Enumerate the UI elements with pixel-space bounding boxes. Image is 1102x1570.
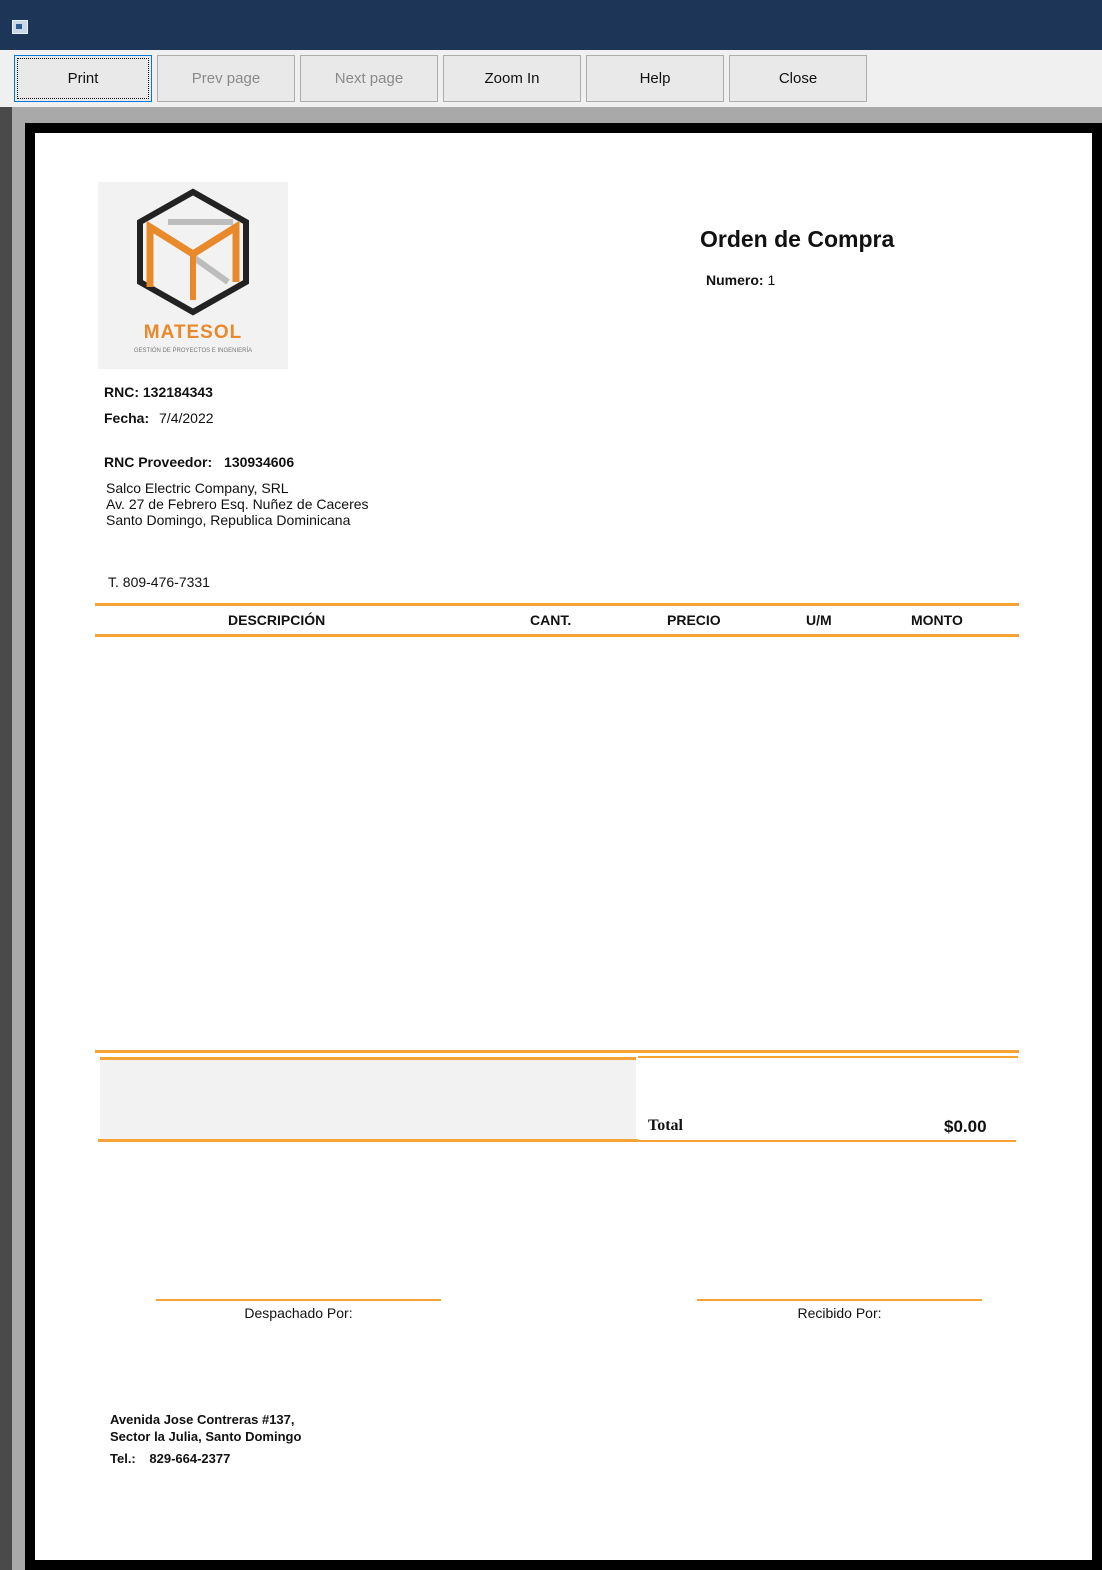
col-precio: PRECIO bbox=[667, 612, 721, 628]
footer-street: Avenida Jose Contreras #137, bbox=[110, 1412, 295, 1427]
supplier-street: Av. 27 de Febrero Esq. Nuñez de Caceres bbox=[106, 496, 369, 512]
footer-tel-label: Tel.: bbox=[110, 1451, 136, 1466]
print-button[interactable]: Print bbox=[14, 55, 152, 102]
order-number-value: 1 bbox=[767, 272, 776, 288]
zoom-in-button[interactable]: Zoom In bbox=[443, 55, 581, 102]
rnc-proveedor-value: 130934606 bbox=[224, 454, 295, 470]
fecha-value: 7/4/2022 bbox=[159, 410, 214, 426]
preview-left-margin bbox=[0, 107, 12, 1570]
fecha-line: Fecha: 7/4/2022 bbox=[104, 410, 214, 426]
footer-tel-value: 829-664-2377 bbox=[149, 1451, 231, 1466]
notes-box bbox=[100, 1057, 636, 1139]
header-bottom-rule bbox=[95, 634, 1019, 637]
help-button-label: Help bbox=[639, 70, 671, 87]
prev-page-button-label: Prev page bbox=[191, 70, 261, 87]
help-button[interactable]: Help bbox=[586, 55, 724, 102]
rnc-proveedor-line: RNC Proveedor: 130934606 bbox=[104, 454, 294, 470]
total-underline bbox=[638, 1140, 1016, 1142]
order-number: Numero: 1 bbox=[706, 272, 775, 288]
col-monto: MONTO bbox=[911, 612, 963, 628]
app-icon bbox=[12, 20, 28, 34]
despachado-signature-line bbox=[156, 1299, 441, 1301]
despachado-label: Despachado Por: bbox=[244, 1305, 353, 1321]
supplier-city: Santo Domingo, Republica Dominicana bbox=[106, 512, 351, 528]
recibido-signature-line bbox=[697, 1299, 982, 1301]
supplier-address: Salco Electric Company, SRL Av. 27 de Fe… bbox=[106, 480, 369, 528]
col-descripcion: DESCRIPCIÓN bbox=[228, 612, 326, 628]
recibido-label: Recibido Por: bbox=[797, 1305, 882, 1321]
total-label: Total bbox=[648, 1117, 683, 1134]
totals-right-rule bbox=[638, 1056, 1018, 1058]
title-bar bbox=[0, 0, 1102, 50]
rnc-proveedor-label: RNC Proveedor: bbox=[104, 454, 213, 470]
supplier-name: Salco Electric Company, SRL bbox=[106, 480, 289, 496]
footer-phone: Tel.: 829-664-2377 bbox=[110, 1451, 230, 1466]
col-cant: CANT. bbox=[530, 612, 572, 628]
next-page-button[interactable]: Next page bbox=[300, 55, 438, 102]
logo-tagline: GESTIÓN DE PROYECTOS E INGENIERÍA bbox=[133, 348, 253, 354]
toolbar: Print Prev page Next page Zoom In Help C… bbox=[0, 50, 1102, 107]
logo-brand-name: MATESOL bbox=[143, 322, 243, 343]
next-page-button-label: Next page bbox=[334, 70, 404, 87]
zoom-in-button-label: Zoom In bbox=[484, 70, 540, 87]
footer-address: Avenida Jose Contreras #137, Sector la J… bbox=[110, 1411, 301, 1445]
supplier-phone: T. 809-476-7331 bbox=[108, 574, 210, 590]
close-button[interactable]: Close bbox=[729, 55, 867, 102]
rnc-value: 132184343 bbox=[142, 384, 213, 400]
header-top-rule bbox=[95, 603, 1019, 606]
fecha-label: Fecha: bbox=[104, 410, 150, 426]
notes-bottom-rule bbox=[98, 1139, 638, 1142]
rnc-line: RNC: 132184343 bbox=[104, 384, 213, 400]
col-um: U/M bbox=[806, 612, 832, 628]
company-logo: MATESOL GESTIÓN DE PROYECTOS E INGENIERÍ… bbox=[98, 182, 288, 369]
footer-sector: Sector la Julia, Santo Domingo bbox=[110, 1429, 302, 1444]
order-number-label: Numero: bbox=[706, 272, 764, 288]
print-button-label: Print bbox=[67, 70, 99, 87]
rnc-label: RNC: bbox=[104, 384, 139, 400]
totals-top-rule bbox=[95, 1050, 1019, 1053]
document-title: Orden de Compra bbox=[700, 226, 895, 252]
total-value: $0.00 bbox=[944, 1117, 987, 1136]
prev-page-button[interactable]: Prev page bbox=[157, 55, 295, 102]
close-button-label: Close bbox=[778, 70, 818, 87]
